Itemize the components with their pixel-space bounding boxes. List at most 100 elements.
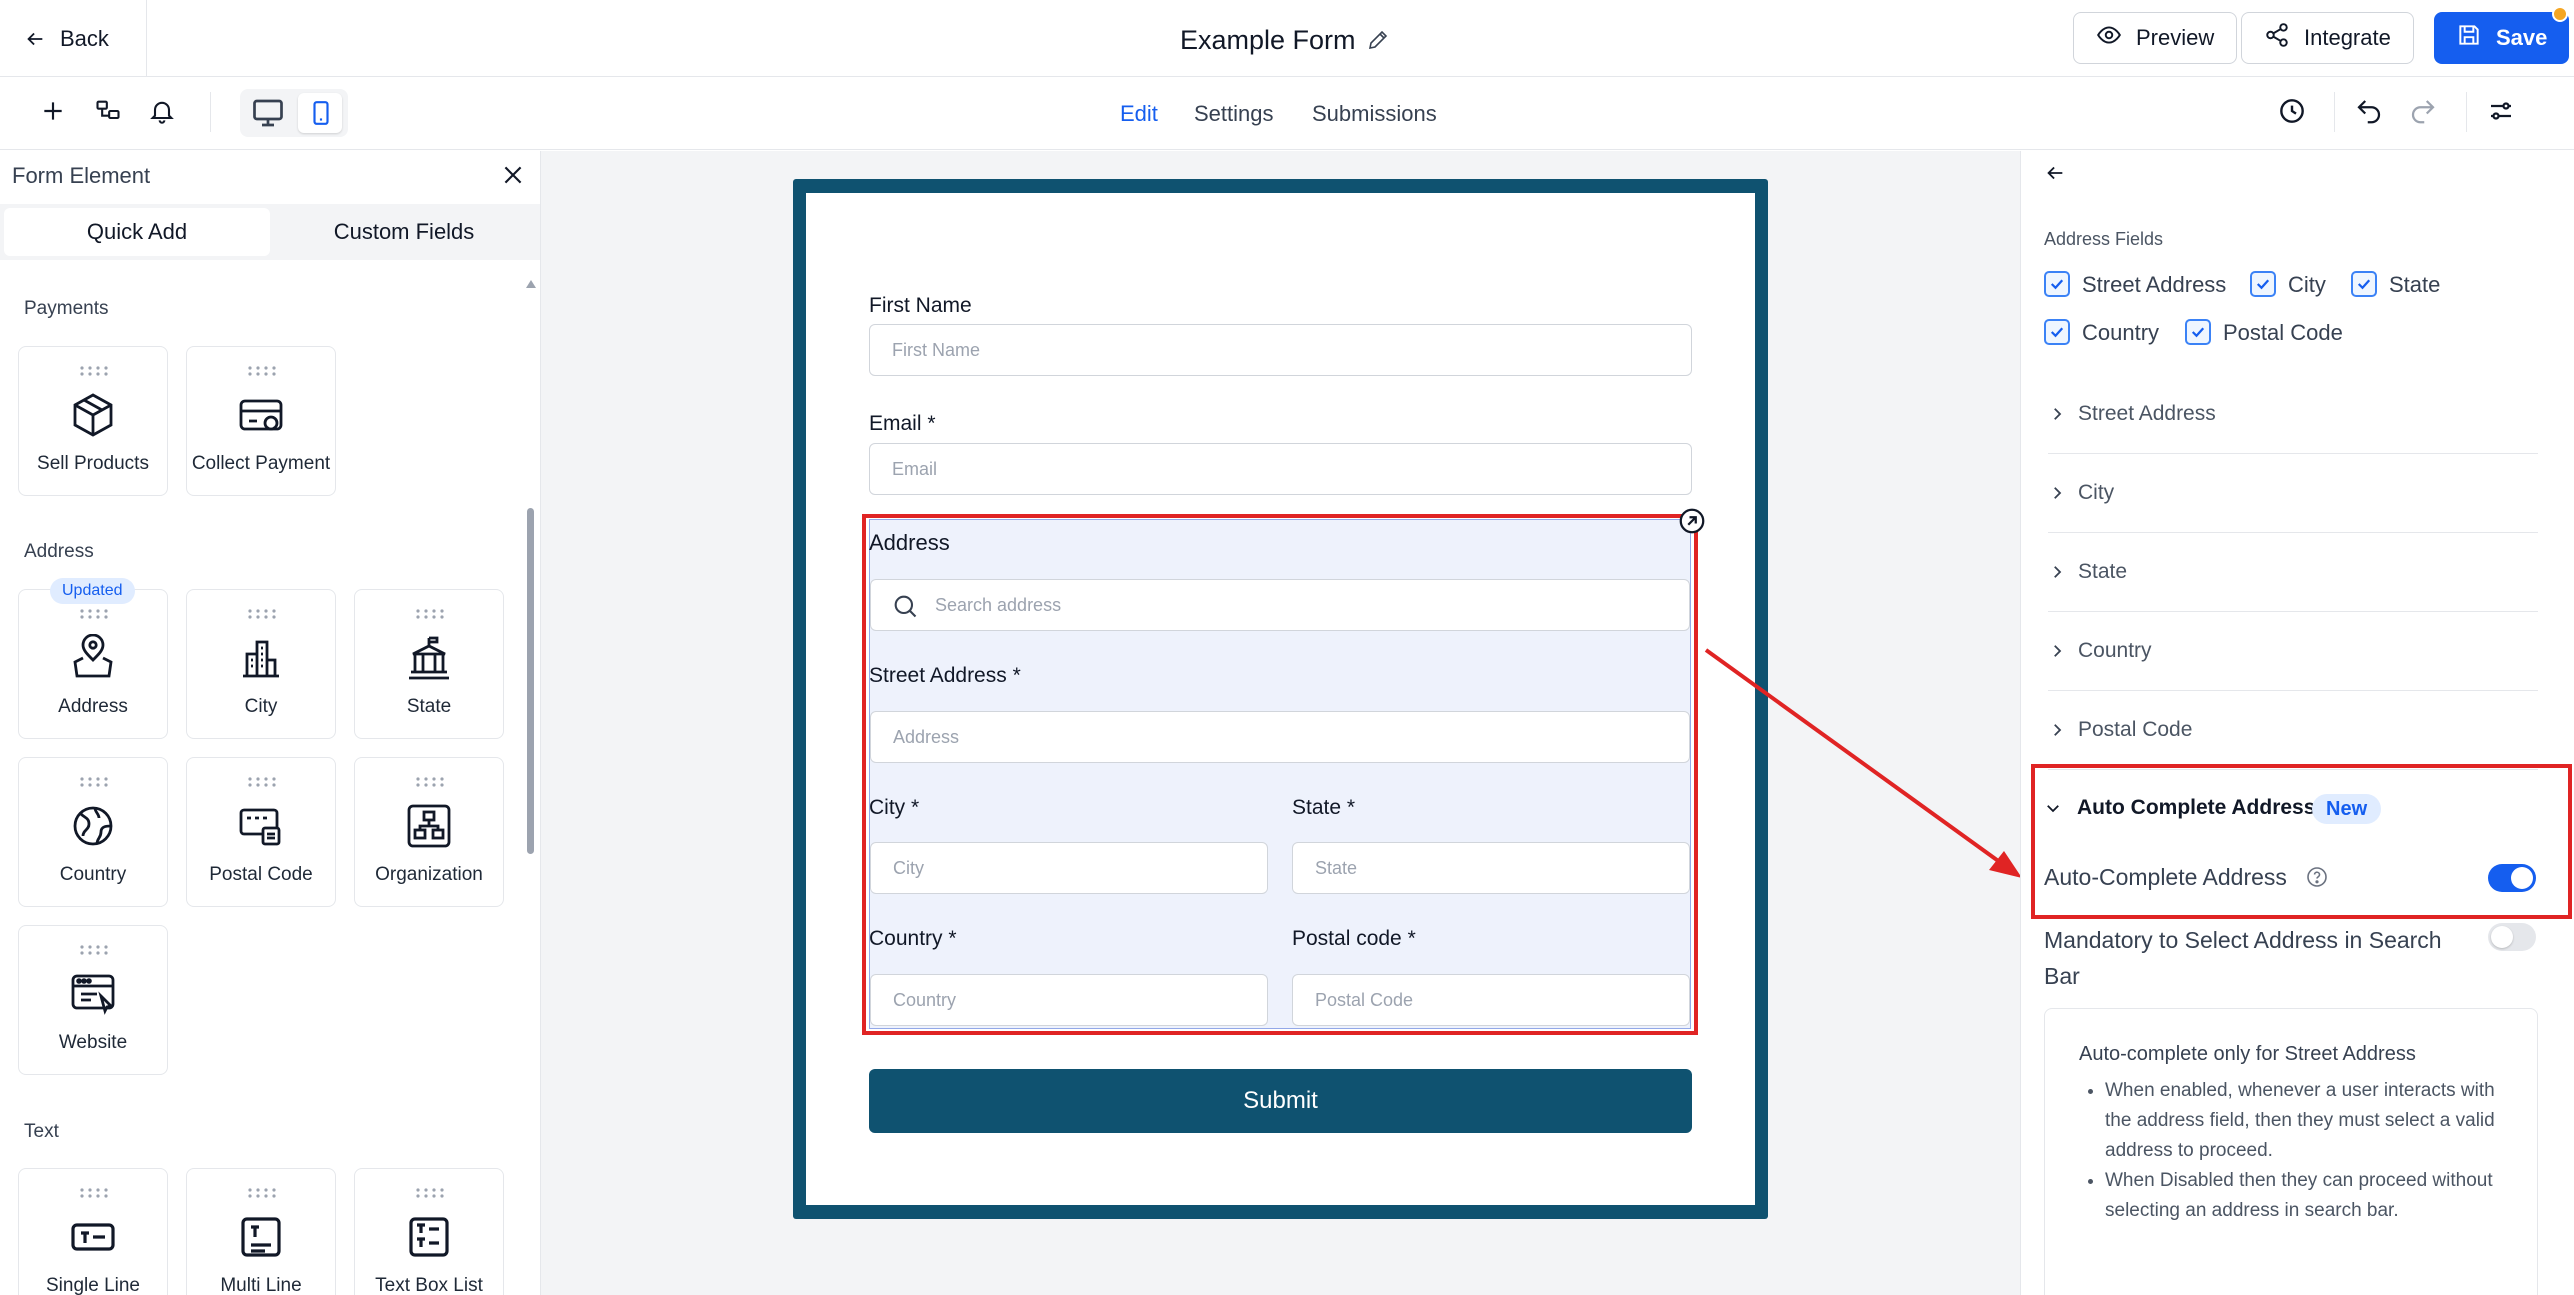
share-icon [2264, 22, 2290, 54]
first-name-input[interactable]: First Name [869, 324, 1692, 376]
element-multi-line[interactable]: Multi Line [186, 1168, 336, 1295]
redo-icon[interactable] [2408, 96, 2438, 126]
accordion-postal-code[interactable]: Postal Code [2048, 692, 2538, 770]
drag-handle-icon[interactable] [79, 1187, 109, 1199]
drag-handle-icon[interactable] [247, 776, 277, 788]
check-icon [2256, 279, 2270, 290]
accordion-city[interactable]: City [2048, 455, 2538, 533]
accordion-state[interactable]: State [2048, 534, 2538, 612]
checkbox-city[interactable] [2250, 271, 2276, 297]
text-box-list-icon [409, 1217, 449, 1257]
header-divider [146, 0, 147, 77]
state-input[interactable]: State [1292, 842, 1690, 894]
auto-complete-toggle[interactable] [2488, 864, 2536, 892]
element-single-line[interactable]: Single Line [18, 1168, 168, 1295]
city-input[interactable]: City [870, 842, 1268, 894]
checkbox-label-country: Country [2082, 320, 2160, 345]
element-country[interactable]: Country [18, 757, 168, 907]
integrate-button[interactable]: Integrate [2241, 12, 2414, 64]
element-text-box-list[interactable]: Text Box List [354, 1168, 504, 1295]
chevron-down-icon[interactable] [2044, 799, 2062, 817]
tab-submissions[interactable]: Submissions [1312, 101, 1437, 127]
arrow-left-icon [24, 28, 46, 50]
email-label: Email * [869, 412, 936, 435]
postal-code-label: Postal code * [1292, 927, 1416, 950]
undo-icon[interactable] [2354, 96, 2384, 126]
auto-complete-section-title[interactable]: Auto Complete Address [2077, 796, 2315, 820]
element-sell-products[interactable]: Sell Products [18, 346, 168, 496]
drag-handle-icon[interactable] [79, 776, 109, 788]
scrollbar-thumb[interactable] [527, 508, 534, 854]
street-address-input[interactable]: Address [870, 711, 1690, 763]
address-fields-title: Address Fields [2044, 229, 2164, 249]
back-button[interactable]: Back [24, 22, 109, 56]
multi-line-icon [241, 1217, 281, 1257]
help-circle-icon[interactable] [2305, 865, 2329, 889]
drag-handle-icon[interactable] [79, 608, 109, 620]
layers-icon[interactable] [94, 97, 122, 125]
plus-icon[interactable] [40, 98, 66, 124]
drag-handle-icon[interactable] [247, 1187, 277, 1199]
checkbox-country[interactable] [2044, 319, 2070, 345]
drag-handle-icon[interactable] [247, 365, 277, 377]
checkbox-state[interactable] [2351, 271, 2377, 297]
panel-title: Form Element [12, 163, 151, 188]
form-title[interactable]: Example Form [1180, 20, 1390, 60]
info-list: When enabled, whenever a user interacts … [2079, 1076, 2503, 1226]
drag-handle-icon[interactable] [79, 365, 109, 377]
checkbox-postal-code[interactable] [2185, 319, 2211, 345]
search-address-input[interactable]: Search address [870, 579, 1690, 631]
updated-badge: Updated [50, 578, 135, 604]
drag-handle-icon[interactable] [79, 944, 109, 956]
submit-button[interactable]: Submit [869, 1069, 1692, 1133]
element-postal-code[interactable]: Postal Code [186, 757, 336, 907]
city-label: City * [869, 796, 920, 819]
element-address[interactable]: Address [18, 589, 168, 739]
country-input[interactable]: Country [870, 974, 1268, 1026]
element-state[interactable]: State [354, 589, 504, 739]
box-icon [73, 393, 113, 437]
tab-edit[interactable]: Edit [1120, 101, 1158, 127]
scroll-up-arrow[interactable] [526, 280, 536, 288]
form-title-text: Example Form [1180, 24, 1356, 55]
element-collect-payment[interactable]: Collect Payment [186, 346, 336, 496]
tab-custom-fields[interactable]: Custom Fields [272, 208, 536, 256]
accordion-street-address[interactable]: Street Address [2048, 376, 2538, 454]
expand-circle-icon[interactable] [1677, 506, 1707, 536]
first-name-label: First Name [869, 294, 972, 317]
drag-handle-icon[interactable] [415, 1187, 445, 1199]
eye-icon [2096, 22, 2122, 54]
tab-quick-add[interactable]: Quick Add [4, 208, 270, 256]
sliders-icon[interactable] [2486, 96, 2516, 126]
city-icon [243, 640, 279, 678]
mandatory-toggle[interactable] [2488, 923, 2536, 951]
bell-icon[interactable] [148, 97, 176, 125]
drag-handle-icon[interactable] [415, 608, 445, 620]
pencil-icon[interactable] [1366, 28, 1390, 52]
globe-icon [73, 806, 113, 846]
preview-button[interactable]: Preview [2073, 12, 2238, 64]
element-city[interactable]: City [186, 589, 336, 739]
desktop-icon[interactable] [250, 95, 286, 131]
close-icon[interactable] [500, 162, 526, 188]
drag-handle-icon[interactable] [415, 776, 445, 788]
postal-code-input[interactable]: Postal Code [1292, 974, 1690, 1026]
tab-settings[interactable]: Settings [1194, 101, 1274, 127]
element-organization[interactable]: Organization [354, 757, 504, 907]
arrow-left-icon[interactable] [2044, 162, 2066, 184]
toggle-knob [2511, 867, 2533, 889]
save-button[interactable]: Save [2434, 12, 2570, 64]
auto-complete-toggle-label: Auto-Complete Address [2044, 864, 2287, 890]
accordion-country[interactable]: Country [2048, 613, 2538, 691]
state-label: State * [1292, 796, 1356, 819]
drag-handle-icon[interactable] [247, 608, 277, 620]
history-icon[interactable] [2276, 95, 2308, 127]
info-title: Auto-complete only for Street Address [2079, 1043, 2416, 1065]
checkbox-street-address[interactable] [2044, 271, 2070, 297]
toggle-knob [2491, 926, 2513, 948]
map-pin-icon [73, 634, 113, 678]
element-website[interactable]: Website [18, 925, 168, 1075]
chevron-right-icon [2054, 408, 2062, 420]
email-input[interactable]: Email [869, 443, 1692, 495]
organization-icon [407, 804, 451, 848]
